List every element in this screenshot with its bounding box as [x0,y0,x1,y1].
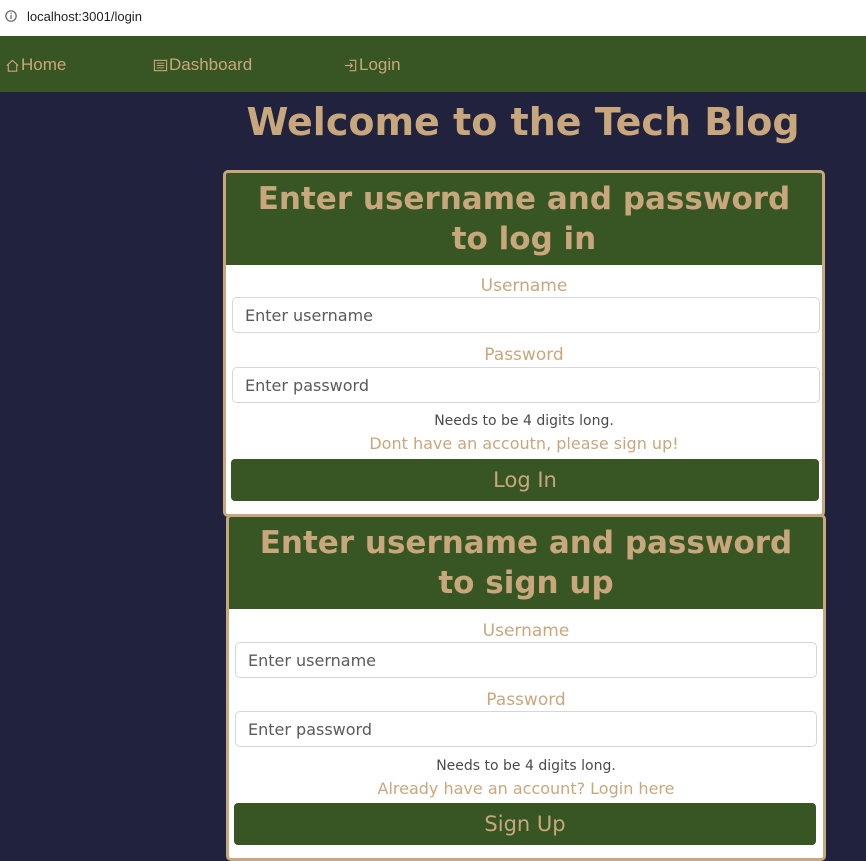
page-title: Welcome to the Tech Blog [246,100,800,144]
browser-address-bar[interactable]: localhost:3001/login [0,0,866,37]
signup-password-hint: Needs to be 4 digits long. [436,758,616,774]
info-icon[interactable] [5,10,17,22]
login-heading: Enter username and password to log in [257,181,791,257]
home-icon [6,59,19,72]
top-navbar: Home Dashboard Login [0,36,866,92]
list-icon [153,59,168,71]
signup-username-input[interactable] [235,642,817,678]
login-card-header: Enter username and password to log in [226,173,822,265]
nav-login-link[interactable]: Login [343,55,401,75]
nav-login-label: Login [359,55,401,74]
login-username-input[interactable] [232,297,820,333]
login-password-input[interactable] [232,367,820,403]
login-icon [344,59,357,71]
nav-home-link[interactable]: Home [5,55,66,75]
signup-username-label: Username [482,621,570,641]
signup-switch-link[interactable]: Dont have an accoutn, please sign up! [226,434,822,453]
browser-url[interactable]: localhost:3001/login [27,9,142,24]
login-switch-link[interactable]: Already have an account? Login here [229,779,823,798]
signup-heading: Enter username and password to sign up [259,525,793,601]
signup-card-header: Enter username and password to sign up [229,517,823,609]
nav-dashboard-label: Dashboard [169,55,253,74]
nav-dashboard-link[interactable]: Dashboard [153,55,252,75]
login-button[interactable]: Log In [231,459,819,501]
login-password-hint: Needs to be 4 digits long. [434,413,614,429]
login-username-label: Username [480,276,568,296]
login-card: Enter username and password to log in Us… [223,170,825,517]
signup-button[interactable]: Sign Up [234,803,816,845]
signup-password-label: Password [486,690,566,710]
nav-home-label: Home [21,55,67,74]
signup-password-input[interactable] [235,711,817,747]
login-password-label: Password [484,345,564,365]
signup-card: Enter username and password to sign up U… [226,514,826,861]
